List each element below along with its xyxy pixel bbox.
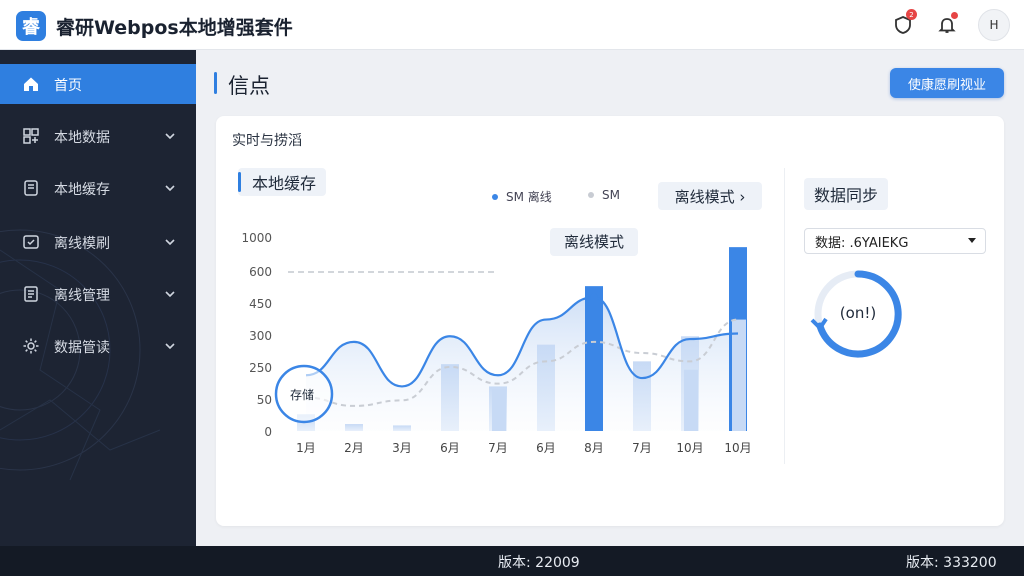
page-title: 信点: [228, 74, 270, 98]
section-divider: [784, 168, 785, 464]
sidebar-item-offline-manage[interactable]: 离线管理: [0, 274, 196, 314]
sync-title: 数据同步: [804, 178, 889, 210]
bell-icon[interactable]: [934, 12, 960, 38]
bar-mark: [633, 361, 651, 431]
home-icon: [24, 77, 38, 91]
top-bar: 睿 睿研Webpos本地增强套件 2 H: [0, 0, 1024, 50]
list-icon: [24, 286, 38, 302]
highlight-label: 存储: [290, 387, 314, 402]
chevron-down-icon: [165, 239, 175, 246]
y-tick-label: 1000: [241, 231, 272, 245]
offline-icon: [23, 235, 39, 249]
x-tick-label: 7月: [632, 441, 652, 455]
peak-label: 离线模式: [564, 233, 624, 251]
bar-mark-secondary: [492, 389, 506, 431]
chevron-down-icon: [165, 343, 175, 350]
sidebar-item-data-manage[interactable]: 数据管读: [0, 326, 196, 366]
x-tick-label: 10月: [676, 441, 703, 455]
bar-mark-secondary: [684, 369, 698, 431]
bar-mark: [393, 425, 411, 431]
y-tick-label: 250: [249, 361, 272, 375]
chevron-down-icon: [165, 133, 175, 140]
y-tick-label: 0: [264, 425, 272, 439]
chevron-down-icon: [165, 291, 175, 298]
bar-mark: [345, 424, 363, 431]
gear-icon: [23, 338, 39, 354]
user-avatar[interactable]: H: [978, 9, 1010, 41]
x-tick-label: 1月: [296, 441, 316, 455]
dashboard-card: 实时与捞滔 本地缓存 SM 离线 SM 离线模式 › 1000 600 450 300…: [216, 116, 1004, 526]
x-tick-label: 6月: [536, 441, 556, 455]
bar-mark: [441, 364, 459, 431]
version-center: 版本: 22009: [498, 555, 580, 571]
legend-dot: [492, 193, 498, 200]
cache-chart: 1000 600 450 300 250 50 0 离线模式存储 1月 2月 3月 6月 7月 6月 8月 7…: [241, 228, 752, 455]
section-tag-local-cache: 本地缓存: [238, 168, 327, 196]
sidebar-item-local-cache[interactable]: 本地缓存: [0, 168, 196, 208]
bar-mark: [585, 286, 603, 431]
app-logo-icon: 睿: [16, 11, 46, 41]
footer: 版本: 22009 版本: 333200: [0, 546, 1024, 576]
peak-point: [590, 293, 598, 302]
title-accent: [214, 72, 217, 94]
y-tick-label: 300: [249, 329, 272, 343]
offline-mode-chip[interactable]: 离线模式 ›: [658, 182, 762, 210]
y-tick-label: 50: [257, 393, 272, 407]
sidebar-item-home[interactable]: 首页: [0, 64, 196, 104]
y-tick-label: 600: [249, 265, 272, 279]
sidebar: 首页 本地数据 本地缓存 离线模刷 离线管理 数据管读: [0, 50, 196, 546]
bar-mark: [537, 344, 555, 431]
sidebar-item-local-data[interactable]: 本地数据: [0, 116, 196, 156]
bar-mark-secondary: [732, 319, 746, 431]
legend-item-primary[interactable]: SM 离线: [492, 188, 552, 205]
area-fill: [306, 297, 738, 431]
x-tick-label: 8月: [584, 441, 604, 455]
app-title: 睿研Webpos本地增强套件: [56, 17, 293, 39]
caret-down-icon: [968, 238, 976, 243]
y-tick-label: 450: [249, 297, 272, 311]
shield-icon[interactable]: 2: [890, 9, 917, 38]
legend-item-secondary[interactable]: SM: [588, 188, 620, 202]
chevron-down-icon: [165, 185, 175, 192]
version-right: 版本: 333200: [906, 555, 997, 571]
x-tick-label: 10月: [724, 441, 751, 455]
cache-icon: [24, 180, 38, 196]
sidebar-item-offline-mode[interactable]: 离线模刷: [0, 222, 196, 262]
alert-dot: [951, 12, 958, 19]
sync-select[interactable]: 数据: .6YAIEKG: [804, 228, 986, 254]
x-tick-label: 7月: [488, 441, 508, 455]
primary-action-button[interactable]: 使康愿刷视业: [890, 68, 1004, 98]
page-header: 信点 使康愿刷视业: [196, 50, 1024, 114]
legend-dot: [588, 192, 594, 198]
notification-badge: 2: [906, 9, 917, 20]
database-icon: [23, 128, 39, 144]
x-tick-label: 6月: [440, 441, 460, 455]
sync-status-label: (on!): [839, 304, 877, 322]
x-tick-label: 3月: [392, 441, 412, 455]
card-title: 实时与捞滔: [232, 133, 302, 149]
x-tick-label: 2月: [344, 441, 364, 455]
